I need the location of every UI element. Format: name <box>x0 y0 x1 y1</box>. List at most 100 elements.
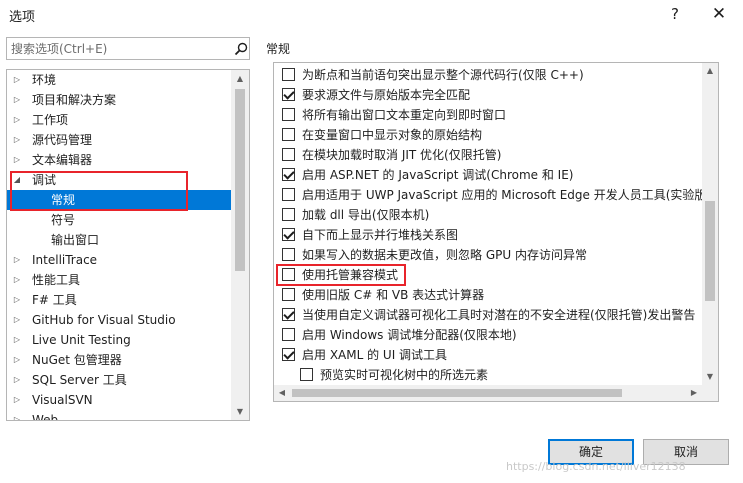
checkbox[interactable] <box>282 328 295 341</box>
tree-item-work-items[interactable]: ▷ 工作项 <box>7 110 231 130</box>
tree-item-debugging[interactable]: ◢ 调试 <box>7 170 231 190</box>
tree-item-visualsvn[interactable]: ▷ VisualSVN <box>7 390 231 410</box>
checkbox[interactable] <box>282 248 295 261</box>
expand-arrow-icon[interactable]: ▷ <box>12 410 22 420</box>
expand-arrow-icon[interactable]: ▷ <box>12 350 22 370</box>
tree-item-label: F# 工具 <box>32 293 77 307</box>
checkbox[interactable] <box>282 268 295 281</box>
tree-item-label: 输出窗口 <box>51 233 100 247</box>
option-label: 启用 ASP.NET 的 JavaScript 调试(Chrome 和 IE) <box>302 168 574 182</box>
options-panel: 为断点和当前语句突出显示整个源代码行(仅限 C++) 要求源文件与原始版本完全匹… <box>273 62 719 402</box>
tree-item-source-control[interactable]: ▷ 源代码管理 <box>7 130 231 150</box>
search-box[interactable] <box>6 37 250 60</box>
tree-item-performance-tools[interactable]: ▷ 性能工具 <box>7 270 231 290</box>
checkbox[interactable] <box>282 108 295 121</box>
scroll-thumb[interactable] <box>235 89 245 271</box>
tree-item-label: 项目和解决方案 <box>32 93 117 107</box>
section-title: 常规 <box>266 42 291 56</box>
option-label: 要求源文件与原始版本完全匹配 <box>302 88 471 102</box>
checkbox[interactable] <box>282 288 295 301</box>
scroll-thumb[interactable] <box>292 389 622 397</box>
expand-arrow-icon[interactable]: ▷ <box>12 250 22 270</box>
tree-item-label: Live Unit Testing <box>32 333 131 347</box>
tree-item-sql-server-tools[interactable]: ▷ SQL Server 工具 <box>7 370 231 390</box>
checkbox[interactable] <box>300 368 313 381</box>
option-label: 使用托管兼容模式 <box>302 268 399 282</box>
tree-item-projects-solutions[interactable]: ▷ 项目和解决方案 <box>7 90 231 110</box>
scroll-right-arrow-icon[interactable]: ▶ <box>686 385 702 401</box>
tree-item-text-editor[interactable]: ▷ 文本编辑器 <box>7 150 231 170</box>
option-label: 启用 XAML 的 UI 调试工具 <box>302 348 448 362</box>
expand-arrow-icon[interactable]: ▷ <box>12 110 22 130</box>
search-input[interactable] <box>11 40 221 57</box>
checkbox-checked[interactable] <box>282 308 295 321</box>
checkbox[interactable] <box>282 68 295 81</box>
options-horizontal-scrollbar[interactable]: ◀ ▶ <box>274 385 702 401</box>
expand-arrow-icon[interactable]: ▷ <box>12 370 22 390</box>
tree-item-label: VisualSVN <box>32 393 93 407</box>
option-label: 加载 dll 导出(仅限本机) <box>302 208 430 222</box>
scrollbar-corner <box>702 385 718 401</box>
tree-item-environment[interactable]: ▷ 环境 <box>7 70 231 90</box>
expand-arrow-icon[interactable]: ▷ <box>12 150 22 170</box>
expand-arrow-icon[interactable]: ▷ <box>12 290 22 310</box>
expand-arrow-icon[interactable]: ▷ <box>12 90 22 110</box>
collapse-arrow-icon[interactable]: ◢ <box>12 170 22 190</box>
tree-item-label: 性能工具 <box>32 273 81 287</box>
tree-item-label: 源代码管理 <box>32 133 93 147</box>
expand-arrow-icon[interactable]: ▷ <box>12 330 22 350</box>
checkbox-checked[interactable] <box>282 228 295 241</box>
tree-item-label: SQL Server 工具 <box>32 373 127 387</box>
option-label: 当使用自定义调试器可视化工具时对潜在的不安全进程(仅限托管)发出警告 <box>302 308 696 322</box>
tree-item-label: Web <box>32 413 59 421</box>
tree-item-debugging-output-window[interactable]: 输出窗口 <box>7 230 231 250</box>
checkbox-checked[interactable] <box>282 348 295 361</box>
option-label: 如果写入的数据未更改值，则忽略 GPU 内存访问异常 <box>302 248 587 262</box>
scroll-up-arrow-icon[interactable]: ▲ <box>231 70 249 87</box>
scroll-down-arrow-icon[interactable]: ▼ <box>231 403 249 420</box>
tree-item-debugging-symbols[interactable]: 符号 <box>7 210 231 230</box>
tree-item-debugging-general[interactable]: 常规 <box>7 190 231 210</box>
window-title: 选项 <box>9 10 36 25</box>
options-vertical-scrollbar[interactable]: ▲ ▼ <box>702 63 718 401</box>
tree-item-github[interactable]: ▷ GitHub for Visual Studio <box>7 310 231 330</box>
option-label: 启用 Windows 调试堆分配器(仅限本地) <box>302 328 517 342</box>
scroll-up-arrow-icon[interactable]: ▲ <box>702 63 718 79</box>
checkbox[interactable] <box>282 208 295 221</box>
checkbox-checked[interactable] <box>282 88 295 101</box>
options-tree: ▷ 环境 ▷ 项目和解决方案 ▷ 工作项 ▷ 源代码管理 ▷ 文本编辑器 ◢ 调… <box>6 69 250 421</box>
help-button[interactable]: ? <box>664 3 686 25</box>
checkbox-checked[interactable] <box>282 168 295 181</box>
checkbox[interactable] <box>282 188 295 201</box>
option-label: 在模块加载时取消 JIT 优化(仅限托管) <box>302 148 502 162</box>
tree-item-label: NuGet 包管理器 <box>32 353 122 367</box>
scroll-left-arrow-icon[interactable]: ◀ <box>274 385 290 401</box>
option-label: 将所有输出窗口文本重定向到即时窗口 <box>302 108 507 122</box>
expand-arrow-icon[interactable]: ▷ <box>12 70 22 90</box>
tree-item-web[interactable]: ▷ Web <box>7 410 231 421</box>
expand-arrow-icon[interactable]: ▷ <box>12 390 22 410</box>
scroll-down-arrow-icon[interactable]: ▼ <box>702 369 718 385</box>
option-label: 使用旧版 C# 和 VB 表达式计算器 <box>302 288 485 302</box>
tree-item-fsharp-tools[interactable]: ▷ F# 工具 <box>7 290 231 310</box>
close-button[interactable]: ✕ <box>706 3 732 25</box>
option-label: 为断点和当前语句突出显示整个源代码行(仅限 C++) <box>302 68 584 82</box>
expand-arrow-icon[interactable]: ▷ <box>12 130 22 150</box>
expand-arrow-icon[interactable]: ▷ <box>12 310 22 330</box>
expand-arrow-icon[interactable]: ▷ <box>12 270 22 290</box>
tree-item-label: 文本编辑器 <box>32 153 93 167</box>
option-label: 在变量窗口中显示对象的原始结构 <box>302 128 483 142</box>
tree-item-label: 符号 <box>51 213 76 227</box>
tree-vertical-scrollbar[interactable]: ▲ ▼ <box>231 70 249 420</box>
tree-item-live-unit-testing[interactable]: ▷ Live Unit Testing <box>7 330 231 350</box>
tree-item-label: 常规 <box>51 193 76 207</box>
checkbox[interactable] <box>282 148 295 161</box>
option-label: 预览实时可视化树中的所选元素 <box>320 368 489 382</box>
scroll-thumb[interactable] <box>705 201 715 301</box>
tree-item-intellitrace[interactable]: ▷ IntelliTrace <box>7 250 231 270</box>
tree-item-nuget[interactable]: ▷ NuGet 包管理器 <box>7 350 231 370</box>
tree-item-label: 工作项 <box>32 113 69 127</box>
checkbox[interactable] <box>282 128 295 141</box>
search-icon[interactable] <box>233 41 249 57</box>
tree-item-label: 调试 <box>32 173 57 187</box>
